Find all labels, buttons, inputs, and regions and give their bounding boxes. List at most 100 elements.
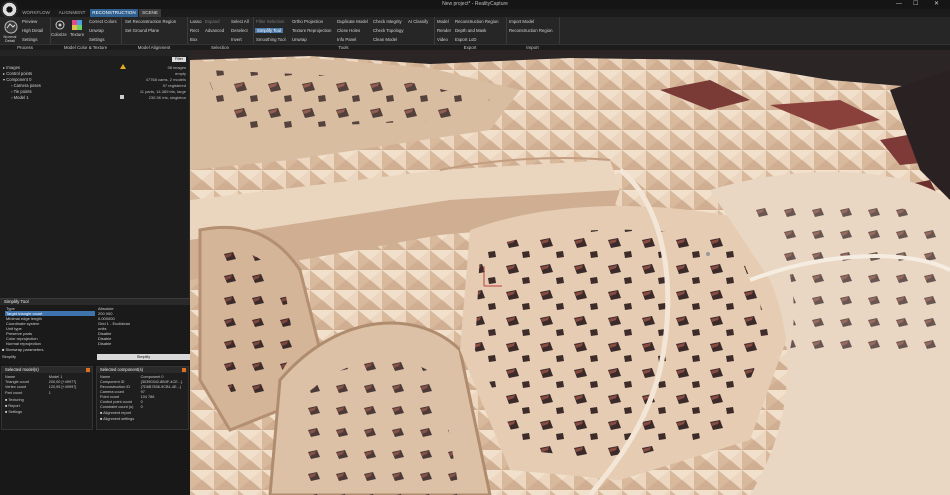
tree-item-component[interactable]: ▾ Component 0 [3,77,31,82]
ribbon: Normal Detail Preview High Detail Settin… [0,17,950,44]
unwrap-button[interactable]: Unwrap [89,28,104,33]
invert-button[interactable]: Invert [231,37,242,42]
ortho-projection-button[interactable]: Ortho Projection [292,19,323,24]
deselect-button[interactable]: Deselect [231,28,248,33]
section-label: ■ Texturing [5,398,24,402]
close-button[interactable]: ✕ [934,0,939,9]
tree-item-control-points[interactable]: ▸ Control points [3,71,32,76]
tree-item-camera-poses[interactable]: ▫ Camera poses [11,83,41,88]
row-label: Constraint count (u) [100,405,134,409]
check-topology-button[interactable]: Check Topology [373,28,404,33]
param-row-normal-reprojection[interactable]: Normal reprojection Disable [0,341,190,346]
export-lod-button[interactable]: Export LoD [455,37,477,42]
normal-detail-button[interactable]: Normal Detail [1,35,19,43]
texture-button[interactable]: Texture [70,32,84,37]
param-label: Normal reprojection [6,341,41,346]
model-row-vertices: Vertex count 120,95 [+49997] [2,385,92,390]
texture-settings-button[interactable]: Settings [89,37,105,42]
title-bar: New project* - RealityCapture — ☐ ✕ [0,0,950,9]
ai-classify-button[interactable]: AI Classify [408,19,428,24]
export-model-button[interactable]: Model [437,19,449,24]
mesh-render[interactable] [190,50,950,495]
set-reconstruction-region-button[interactable]: Set Reconstruction Region [125,19,176,24]
section-settings[interactable]: ■ Settings [2,410,92,415]
simplify-tool-panel: Simplify Tool Type Absolute Target triang… [0,298,190,364]
import-reconstruction-region-button[interactable]: Reconstruction Region [509,28,552,33]
tab-scene[interactable]: SCENE [139,9,161,17]
section-sinewrap[interactable]: ■ Sinewrap parameters [0,347,190,352]
tree-value-tie-points: 11 parts, 14,389 tris, large [139,89,186,94]
colorize-button[interactable]: Colorize [51,32,67,37]
minimize-button[interactable]: — [896,0,902,9]
clean-model-button[interactable]: Clean Model [373,37,397,42]
preview-button[interactable]: Preview [22,19,37,24]
high-detail-button[interactable]: High Detail [22,28,43,33]
ribbon-tabs: WORKFLOW ALIGNMENT RECONSTRUCTION SCENE [0,9,950,17]
tree-item-label: Camera poses [13,83,41,88]
row-value: 120,95 [+49997] [48,385,77,389]
section-text: Sinewrap parameters [5,347,44,352]
tree-item-model-1[interactable]: ▫ Model 1 [11,95,29,100]
section-label: ■ Sinewrap parameters [2,347,44,352]
tab-workflow[interactable]: WORKFLOW [20,9,52,17]
colorize-icon[interactable] [54,19,66,31]
render-button[interactable]: Render [437,28,451,33]
texture-icon[interactable] [71,19,83,31]
window-title: New project* - RealityCapture [442,1,508,7]
row-label: Part count [5,391,23,395]
maximize-button[interactable]: ☐ [913,0,918,9]
selected-components-title: Selected component(s) [97,367,188,373]
param-value[interactable]: Disable [98,341,111,346]
tree-value-camera-poses: 97 registered [162,83,186,88]
rect-button[interactable]: Rect [190,28,199,33]
app-logo-icon[interactable] [1,1,18,18]
texture-reprojection-button[interactable]: Texture Reprojection [292,28,331,33]
tree-value-model-1: 230.3K tris, singleton [148,95,186,100]
correct-colors-button[interactable]: Correct Colors [89,19,117,24]
section-label: ■ Alignment settings [100,417,135,421]
tab-reconstruction[interactable]: RECONSTRUCTION [90,9,138,17]
tree-item-label: Tie points [13,89,32,94]
info-panel-button[interactable]: Info Panel [337,37,356,42]
lasso-button[interactable]: Lasso [190,19,201,24]
tree-item-tie-points[interactable]: ▫ Tie points [11,89,32,94]
row-value: 1 [48,391,51,395]
select-all-button[interactable]: Select All [231,19,249,24]
section-texturing[interactable]: ■ Texturing [2,398,92,403]
filter-button[interactable]: Filter [172,57,186,62]
section-alignment-report[interactable]: ■ Alignment report [97,411,188,416]
section-text: Alignment settings [103,417,135,421]
simplify-label: Simplify [2,354,17,359]
tab-alignment[interactable]: ALIGNMENT [55,9,89,17]
import-model-button[interactable]: Import Model [509,19,534,24]
box-button[interactable]: Box [190,37,197,42]
simplify-button[interactable]: Simplify [97,354,190,360]
smoothing-tool-button[interactable]: Smoothing Tool [256,37,286,42]
export-reconstruction-region-button[interactable]: Reconstruction Region [455,19,498,24]
section-label: ■ Settings [5,410,23,414]
section-text: Report [8,404,20,408]
depth-and-mask-button[interactable]: Depth and Mask [455,28,486,33]
section-alignment-settings[interactable]: ■ Alignment settings [97,417,188,422]
selected-components-panel: Selected component(s) Name Component 0 Co… [96,366,189,430]
duplicate-model-button[interactable]: Duplicate Model [337,19,368,24]
tools-unwrap-button[interactable]: Unwrap [292,37,307,42]
panel-pin-icon[interactable] [86,368,90,372]
panel-pin-icon[interactable] [182,368,186,372]
normal-detail-icon[interactable] [3,19,19,35]
process-settings-button[interactable]: Settings [22,37,38,42]
video-button[interactable]: Video [437,37,448,42]
tree-item-images[interactable]: ▸ Images [3,65,20,70]
simplify-tool-button[interactable]: Simplify Tool [255,28,284,33]
filter-selection-button[interactable]: Filter Selection [256,19,284,24]
expand-button[interactable]: Expand [205,19,220,24]
tree-value-images: 98 images [167,65,186,70]
section-report[interactable]: ■ Report [2,404,92,409]
advanced-button[interactable]: Advanced [205,28,224,33]
check-integrity-button[interactable]: Check Integrity [373,19,402,24]
3d-viewport[interactable] [190,50,950,495]
set-ground-plane-button[interactable]: Set Ground Plane [125,28,159,33]
section-text: Texturing [8,398,24,402]
tree-item-label: Control points [6,71,33,76]
close-holes-button[interactable]: Close Holes [337,28,360,33]
